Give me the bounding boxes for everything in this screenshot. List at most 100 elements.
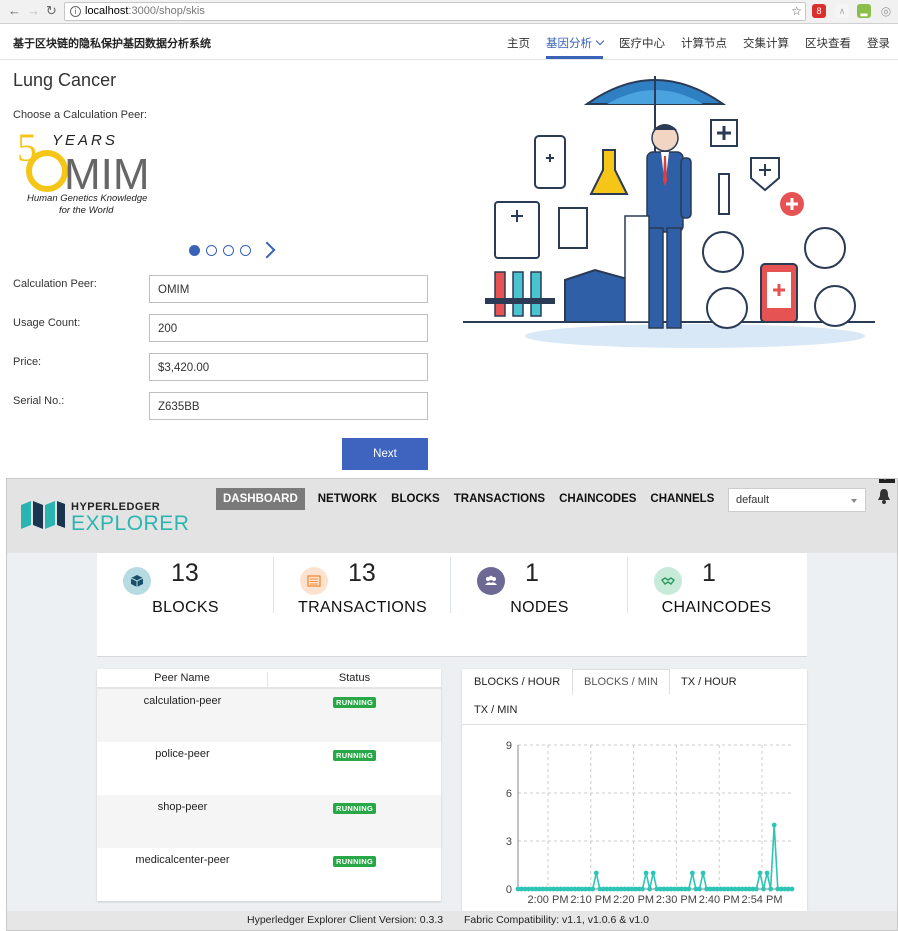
extension-gray-icon[interactable]: ∧: [835, 4, 849, 18]
next-button[interactable]: Next: [342, 438, 428, 470]
explorer-topbar: HYPERLEDGER EXPLORER DASHBOARD NETWORK B…: [7, 479, 897, 553]
svg-text:5: 5: [17, 125, 37, 170]
data-point: [761, 886, 766, 892]
bell-icon[interactable]: [877, 488, 891, 504]
data-point: [640, 886, 645, 892]
x-tick-label: 2:20 PM: [613, 894, 654, 906]
back-arrow-icon[interactable]: ←: [8, 3, 21, 18]
channel-select[interactable]: default: [728, 488, 866, 512]
stat-transactions-value: 13: [348, 559, 376, 587]
carousel-dot[interactable]: [240, 244, 251, 256]
tab-blocks-min[interactable]: BLOCKS / MIN: [572, 669, 670, 695]
app-title: 基于区块链的隐私保护基因数据分析系统: [13, 38, 211, 50]
handshake-icon: [654, 567, 682, 595]
stat-chaincodes-label: CHAINCODES: [661, 599, 772, 616]
form-row-usage-count: Usage Count: 200: [13, 314, 433, 344]
y-tick-label: 0: [506, 884, 512, 896]
data-point: [590, 886, 596, 892]
tab-tx-hour[interactable]: TX / HOUR: [681, 676, 737, 688]
col-peer-name[interactable]: Peer Name: [97, 672, 268, 689]
nav-item-login[interactable]: 登录: [859, 25, 898, 60]
nav-item-compute-nodes[interactable]: 计算节点: [673, 25, 735, 60]
form-row-calc-peer: Calculation Peer: OMIM: [13, 275, 433, 305]
menu-transactions[interactable]: TRANSACTIONS: [454, 493, 545, 505]
menu-chaincodes[interactable]: CHAINCODES: [559, 493, 636, 505]
form-row-price: Price: $3,420.00: [13, 353, 433, 383]
expand-icon[interactable]: ↗: [879, 479, 895, 483]
reload-icon[interactable]: ↻: [46, 3, 57, 19]
stat-transactions-label: TRANSACTIONS: [298, 599, 427, 616]
usage-count-field[interactable]: 200: [149, 314, 428, 342]
address-bar[interactable]: i localhost:3000/shop/skis ☆: [64, 2, 806, 21]
serial-no-label: Serial No.:: [13, 395, 65, 407]
nav-label: 计算节点: [681, 38, 727, 50]
omim-logo: 5 YEARS MIM Human Genetics Knowledge for…: [17, 125, 167, 217]
data-point: [689, 870, 695, 876]
x-tick-label: 2:00 PM: [528, 894, 569, 906]
x-tick-label: 2:40 PM: [699, 894, 740, 906]
data-point: [643, 870, 649, 876]
nav-item-medical-center[interactable]: 医疗中心: [611, 25, 673, 60]
carousel-dot[interactable]: [189, 244, 200, 256]
nav-item-home[interactable]: 主页: [499, 25, 538, 60]
svg-text:Human Genetics Knowledge: Human Genetics Knowledge: [27, 193, 147, 204]
list-icon: [300, 567, 328, 595]
serial-no-field[interactable]: Z635BB: [149, 392, 428, 420]
x-tick-label: 2:54 PM: [742, 894, 783, 906]
carousel-dot[interactable]: [206, 244, 217, 256]
table-row: police-peer RUNNING: [97, 742, 441, 795]
table-row: medicalcenter-peer RUNNING: [97, 848, 441, 901]
nav-label: 交集计算: [743, 38, 789, 50]
extension-circle-icon[interactable]: ◎: [879, 4, 893, 18]
stat-transactions: 13 TRANSACTIONS: [274, 553, 451, 653]
stat-blocks: 13 BLOCKS: [97, 553, 274, 653]
data-point: [593, 870, 599, 876]
choose-peer-label: Choose a Calculation Peer:: [13, 109, 147, 121]
chevron-down-icon: [595, 36, 605, 46]
col-status[interactable]: Status: [268, 672, 441, 684]
y-tick-label: 6: [506, 788, 512, 800]
peer-name: police-peer: [155, 748, 210, 760]
stat-nodes-value: 1: [525, 559, 539, 587]
nav-item-gene-analysis[interactable]: 基因分析: [538, 25, 611, 60]
usage-count-label: Usage Count:: [13, 317, 81, 329]
menu-blocks[interactable]: BLOCKS: [391, 493, 440, 505]
tab-blocks-hour[interactable]: BLOCKS / HOUR: [474, 676, 560, 688]
price-field[interactable]: $3,420.00: [149, 353, 428, 381]
stats-card: 13 BLOCKS 13 TRANSACTIONS 1 NODES 1 CHAI…: [97, 553, 807, 657]
data-point: [650, 870, 656, 876]
explorer-panel: HYPERLEDGER EXPLORER DASHBOARD NETWORK B…: [6, 478, 898, 931]
stat-blocks-value: 13: [171, 559, 199, 587]
client-version: Hyperledger Explorer Client Version: 0.3…: [247, 914, 444, 926]
extension-green-icon[interactable]: ▂: [857, 4, 871, 18]
carousel-dot[interactable]: [223, 244, 234, 256]
peer-name: medicalcenter-peer: [135, 854, 230, 866]
nav-item-intersection[interactable]: 交集计算: [735, 25, 797, 60]
calc-peer-field[interactable]: OMIM: [149, 275, 428, 303]
x-tick-label: 2:30 PM: [656, 894, 697, 906]
menu-network[interactable]: NETWORK: [318, 493, 377, 505]
status-badge: RUNNING: [333, 750, 377, 761]
chevron-right-icon[interactable]: [258, 241, 276, 259]
svg-text:YEARS: YEARS: [52, 132, 118, 149]
data-point: [697, 886, 702, 892]
tab-tx-min[interactable]: TX / MIN: [474, 704, 517, 716]
nav-item-blocks[interactable]: 区块查看: [797, 25, 859, 60]
caret-down-icon: [851, 499, 857, 503]
price-label: Price:: [13, 356, 42, 368]
bookmark-star-icon[interactable]: ☆: [791, 3, 802, 20]
forward-arrow-icon[interactable]: →: [27, 3, 40, 18]
users-icon: [477, 567, 505, 595]
status-badge: RUNNING: [333, 803, 377, 814]
extension-red-icon[interactable]: 8: [812, 4, 826, 18]
data-point: [700, 870, 706, 876]
table-row: calculation-peer RUNNING: [97, 689, 441, 742]
menu-dashboard[interactable]: DASHBOARD: [216, 488, 305, 510]
info-icon[interactable]: i: [70, 6, 81, 17]
logo-text-bottom: EXPLORER: [71, 512, 190, 535]
explorer-logo-icon: [21, 501, 65, 529]
channel-select-value: default: [736, 494, 770, 506]
data-point: [647, 886, 653, 892]
menu-channels[interactable]: CHANNELS: [650, 493, 714, 505]
hyperledger-logo: HYPERLEDGER EXPLORER: [21, 501, 189, 535]
